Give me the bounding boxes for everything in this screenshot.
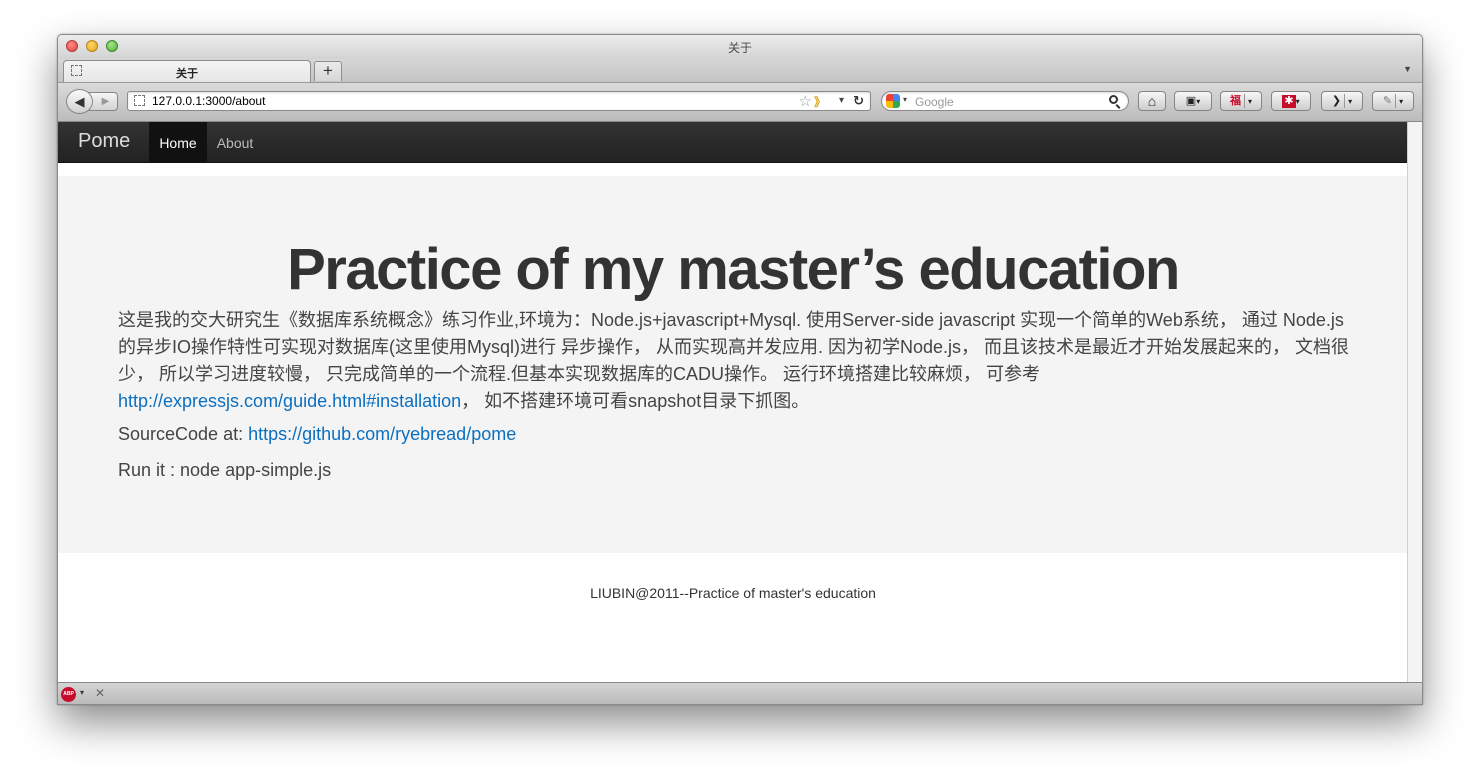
page-title: Practice of my master’s education (287, 237, 1180, 302)
run-instruction: Run it : node app-simple.js (118, 460, 332, 480)
extension-fu-button[interactable]: 福 ▾ (1220, 91, 1262, 111)
address-bar[interactable]: 127.0.0.1:3000/about ☆ 》 ▾ ↻ (127, 91, 871, 111)
description-paragraph: 这是我的交大研究生《数据库系统概念》练习作业,环境为：Node.js+javas… (118, 307, 1353, 415)
nav-item-home[interactable]: Home (149, 122, 207, 162)
close-icon[interactable]: ✕ (95, 686, 105, 700)
back-button[interactable]: ◀ (66, 89, 93, 114)
bookmarks-icon: ▣ (1185, 95, 1197, 107)
github-link[interactable]: https://github.com/ryebread/pome (248, 424, 516, 444)
dropdown-arrow-icon: ▾ (1399, 97, 1404, 106)
vertical-scrollbar[interactable] (1407, 122, 1422, 682)
nav-item-about[interactable]: About (207, 122, 263, 162)
history-buttons: ◀ ▶ (66, 89, 118, 114)
pen-icon: ✎ (1382, 95, 1393, 107)
dropdown-arrow-icon: ▾ (1348, 97, 1353, 106)
brand-link[interactable]: Pome (78, 130, 130, 153)
chevron-right-icon: ❯ (1331, 95, 1342, 107)
description-text: 这是我的交大研究生《数据库系统概念》练习作业,环境为：Node.js+javas… (118, 310, 1350, 384)
browser-window: 关于 关于 + ▼ ◀ ▶ 127.0.0.1:3000/about ☆ 》 ▾… (57, 34, 1423, 705)
footer-text: LIUBIN@2011--Practice of master's educat… (590, 585, 876, 601)
reload-icon[interactable]: ↻ (853, 93, 864, 109)
url-input[interactable]: 127.0.0.1:3000/about (152, 94, 265, 108)
tab-bar: 关于 + ▼ (58, 59, 1422, 83)
install-guide-link[interactable]: http://expressjs.com/guide.html#installa… (118, 391, 461, 411)
site-navbar: Pome Home About (58, 122, 1408, 163)
status-bar: ABP ▾ ✕ (58, 682, 1422, 704)
adblock-icon[interactable]: ABP (61, 687, 76, 702)
dropdown-arrow-icon: ▾ (1295, 97, 1300, 106)
dropdown-arrow-icon: ▾ (1247, 97, 1252, 106)
navigation-toolbar: ◀ ▶ 127.0.0.1:3000/about ☆ 》 ▾ ↻ ▾ Googl… (58, 83, 1422, 122)
history-dropdown-icon[interactable]: ▾ (839, 95, 844, 106)
tab-about[interactable]: 关于 (63, 60, 311, 82)
hero-unit: Practice of my master’s education 这是我的交大… (58, 176, 1408, 553)
tab-list-dropdown-icon[interactable]: ▼ (1403, 64, 1412, 74)
extension-arrow-button[interactable]: ❯ ▾ (1321, 91, 1363, 111)
window-title: 关于 (727, 41, 752, 55)
home-icon: ⌂ (1147, 93, 1157, 109)
source-code-line: SourceCode at: https://github.com/ryebre… (118, 424, 516, 445)
tab-label: 关于 (176, 68, 198, 80)
red-extension-icon: ✱ (1282, 95, 1296, 108)
extension-pen-button[interactable]: ✎ ▾ (1372, 91, 1414, 111)
source-label: SourceCode at: (118, 424, 249, 444)
search-icon[interactable] (1109, 95, 1118, 104)
page-content: Pome Home About Practice of my master’s … (58, 122, 1408, 682)
home-button[interactable]: ⌂ (1138, 91, 1166, 111)
new-tab-button[interactable]: + (314, 61, 342, 81)
google-engine-icon[interactable] (886, 94, 900, 108)
bookmark-star-icon[interactable]: ☆ (799, 92, 812, 110)
fu-extension-icon: 福 (1229, 95, 1241, 107)
search-bar[interactable]: ▾ Google (881, 91, 1129, 111)
title-bar: 关于 (58, 35, 1422, 59)
feed-icon[interactable]: 》 (814, 93, 826, 110)
search-input[interactable]: Google (915, 95, 954, 109)
dropdown-arrow-icon: ▾ (1196, 97, 1201, 106)
description-text-end: ， 如不搭建环境可看snapshot目录下抓图。 (461, 391, 810, 411)
extension-red-button[interactable]: ✱ ▾ (1271, 91, 1311, 111)
bookmarks-button[interactable]: ▣▾ (1174, 91, 1212, 111)
engine-dropdown-icon[interactable]: ▾ (903, 95, 907, 104)
adblock-dropdown-icon[interactable]: ▾ (80, 688, 84, 697)
site-identity-icon[interactable] (134, 95, 145, 106)
